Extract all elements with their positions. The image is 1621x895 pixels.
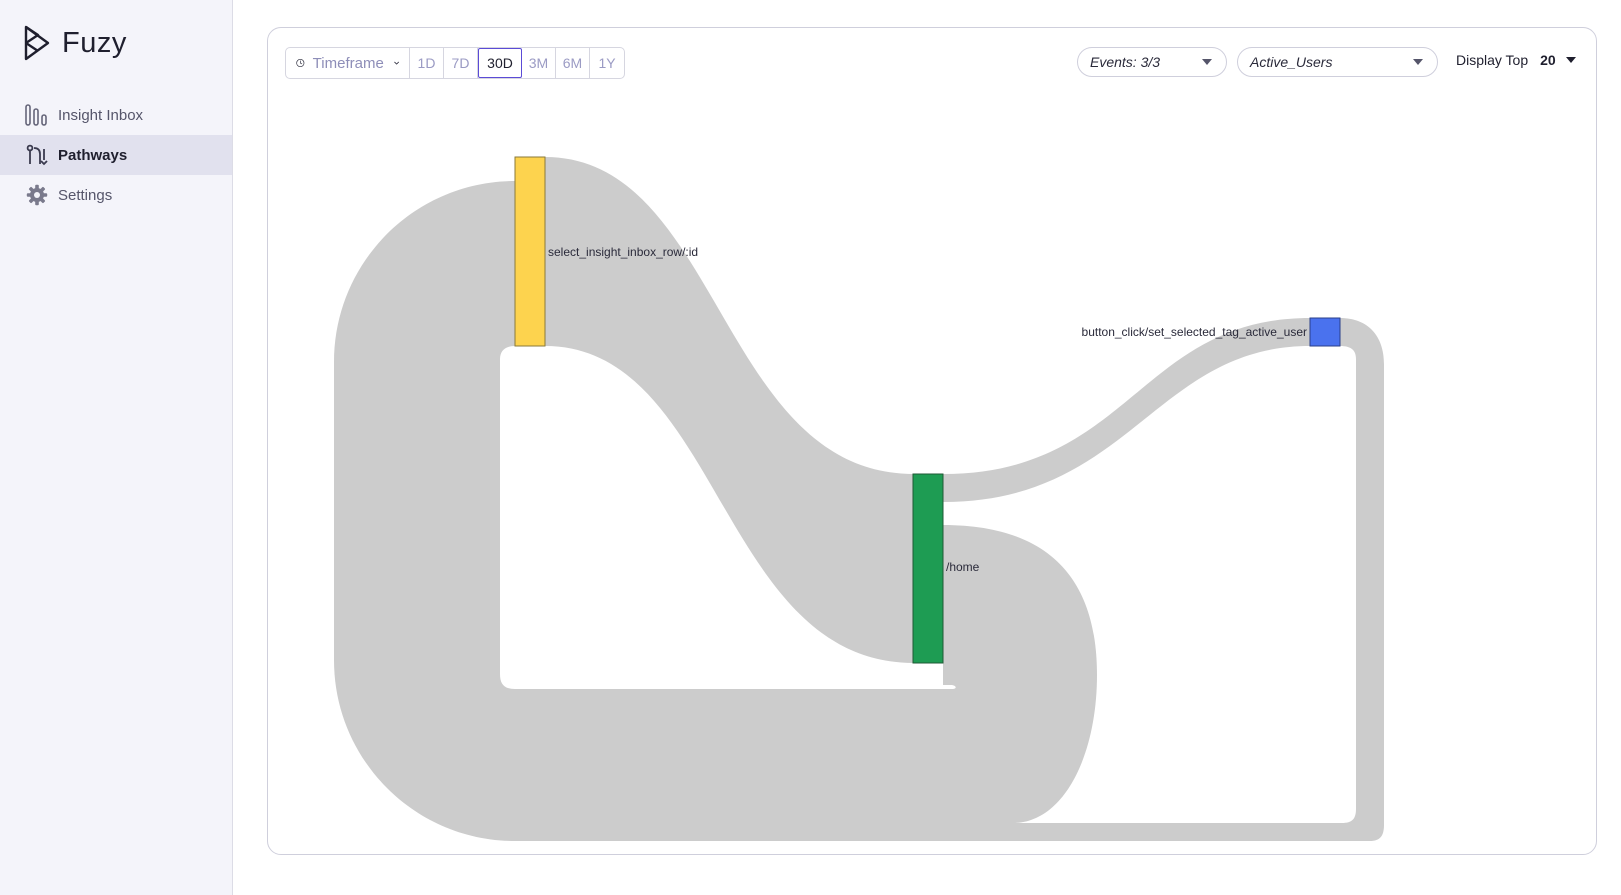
sankey-link[interactable] <box>943 318 1310 502</box>
sankey-node-label: /home <box>946 560 980 574</box>
sankey-node-label: button_click/set_selected_tag_active_use… <box>1082 325 1307 339</box>
sankey-node-button-click[interactable] <box>1309 317 1341 347</box>
sankey-link[interactable] <box>545 157 914 663</box>
sankey-links <box>334 157 1384 841</box>
sankey-node-label: select_insight_inbox_row/:id <box>548 245 698 259</box>
sankey-node-select-insight-inbox-row[interactable] <box>514 156 546 347</box>
sankey-link[interactable] <box>334 181 1097 841</box>
sankey-node-home[interactable] <box>912 473 944 664</box>
sankey-diagram: select_insight_inbox_row/:id /home butto… <box>334 156 1384 841</box>
